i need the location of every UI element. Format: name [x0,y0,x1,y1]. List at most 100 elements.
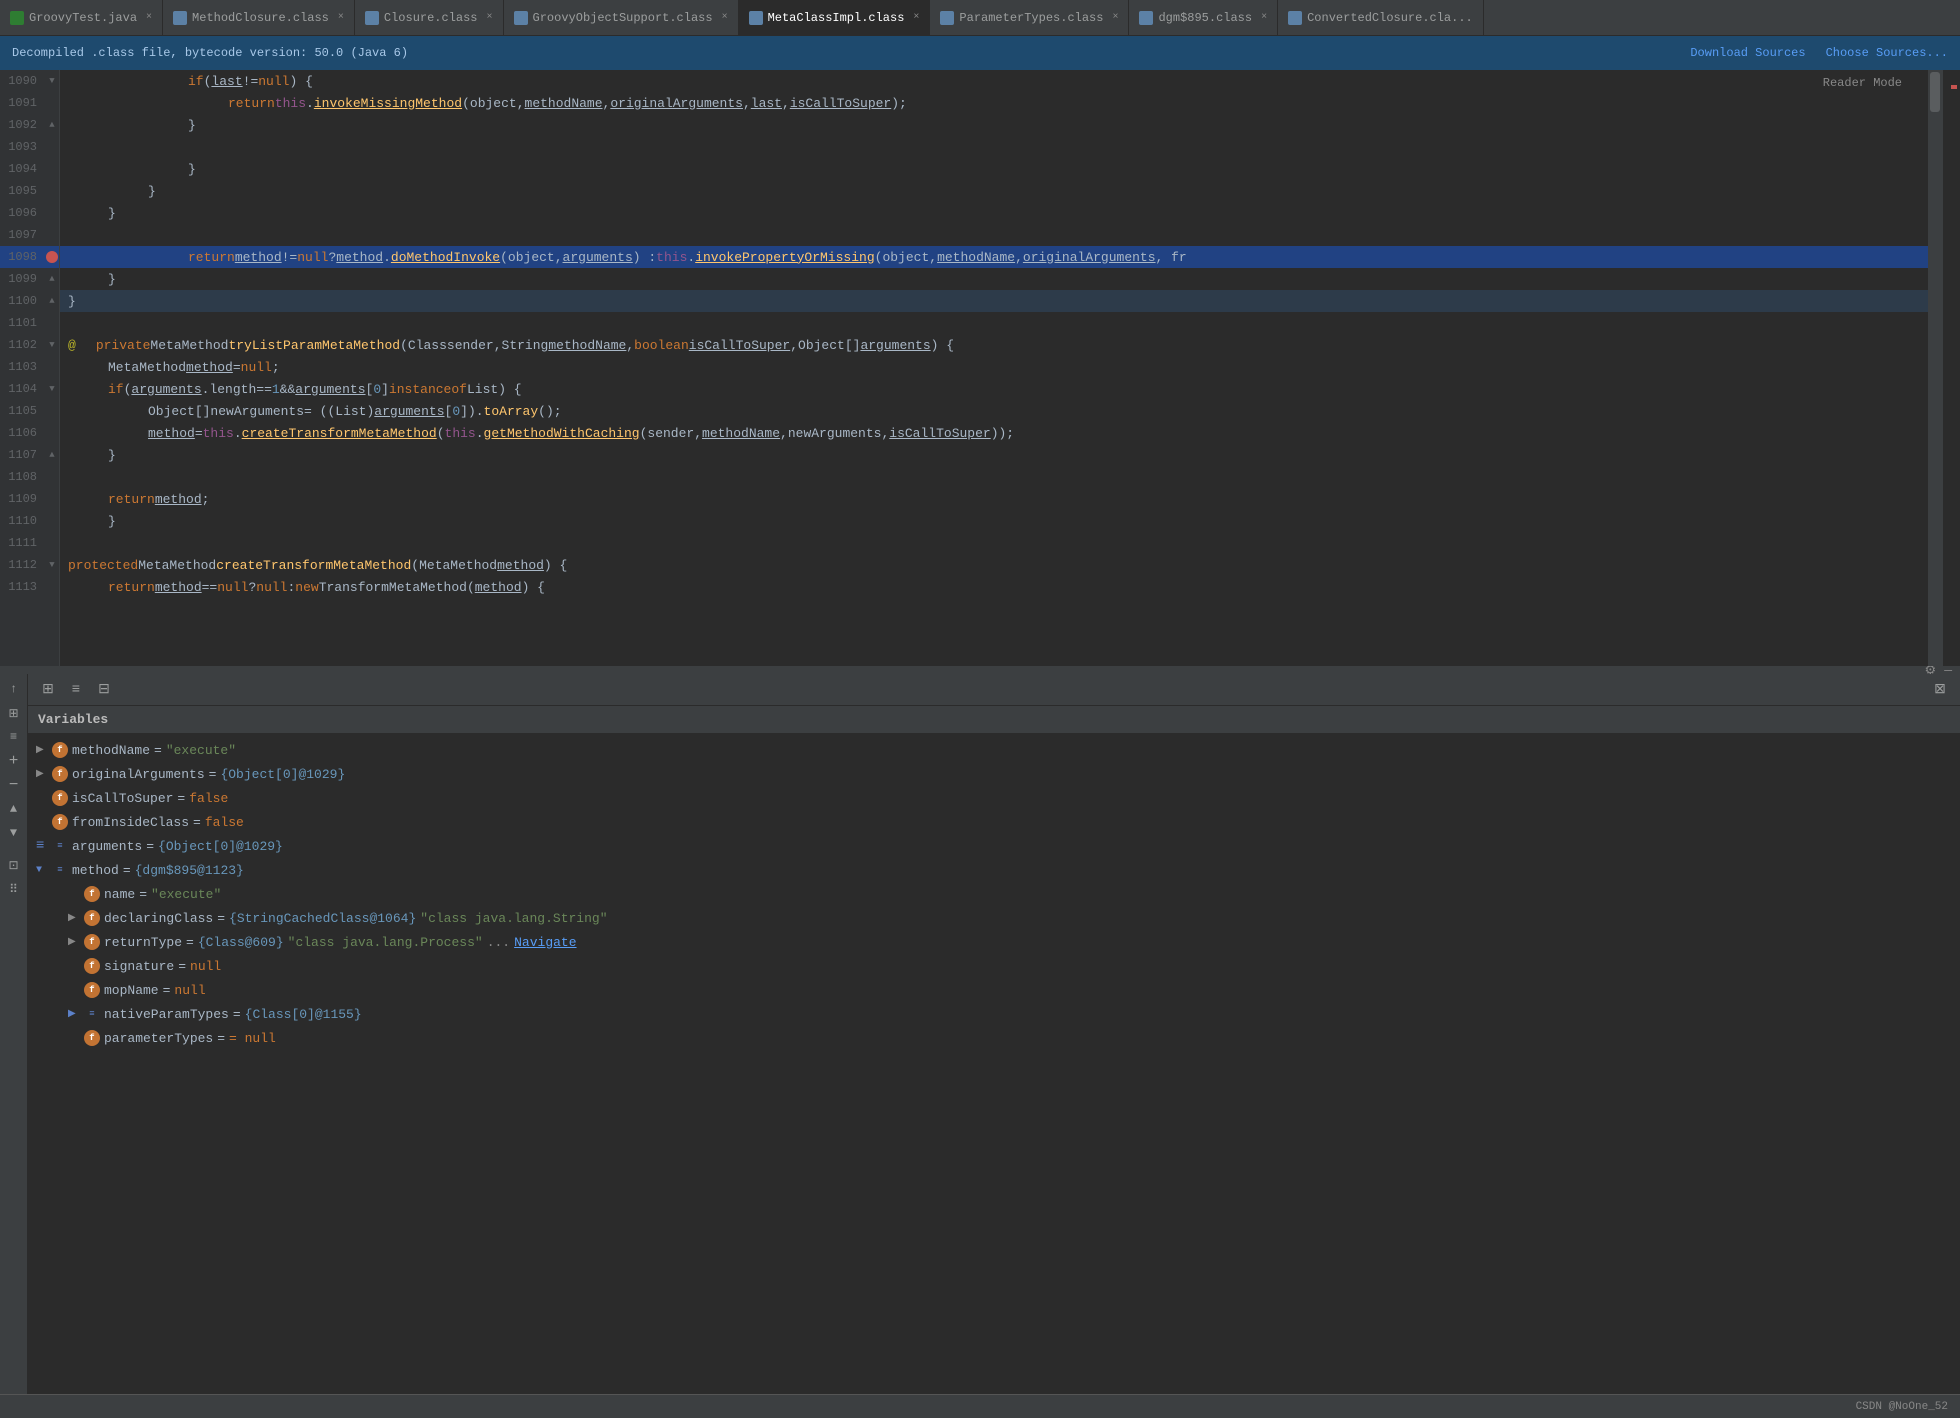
variables-list[interactable]: ▶ f methodName = "execute" ▶ f originalA… [28,734,1960,1394]
breakpoint-1098[interactable] [46,251,58,263]
code-line-1091: return this.invokeMissingMethod(object, … [60,92,1928,114]
variables-label: Variables [38,712,108,727]
line-num-1101: 1101 [0,312,45,334]
debug-nav-btn-minus[interactable]: − [3,774,25,796]
line-num-1110: 1110 [0,510,45,532]
var-item-isCallToSuper[interactable]: f isCallToSuper = false [28,786,1960,810]
debug-main-section: ⊞ ≡ ⊟ ⊠ Variables ▶ f methodName = "exec… [28,674,1960,1394]
line-num-1102: 1102 [0,334,45,356]
debug-nav-btn-plus[interactable]: + [3,750,25,772]
var-item-method-signature[interactable]: f signature = null [28,954,1960,978]
var-item-method[interactable]: ▼ ≡ method = {dgm$895@1123} [28,858,1960,882]
var-navigate-returnType[interactable]: Navigate [514,935,576,950]
tab-meta-class-impl[interactable]: MetaClassImpl.class × [739,0,931,36]
debug-nav-btn-screen[interactable]: ⊡ [3,854,25,876]
code-line-1111 [60,532,1928,554]
tab-label: GroovyObjectSupport.class [533,11,713,25]
var-expand-method-declaringClass[interactable]: ▶ [68,912,84,924]
tab-close[interactable]: × [146,12,152,23]
code-line-1109: return method; [60,488,1928,510]
tab-icon-class [173,11,187,25]
fold-1104[interactable]: ▼ [45,384,59,394]
var-item-fromInsideClass[interactable]: f fromInsideClass = false [28,810,1960,834]
code-editor[interactable]: Reader Mode if (last != null) { return t… [60,70,1928,666]
var-item-method-declaringClass[interactable]: ▶ f declaringClass = {StringCachedClass@… [28,906,1960,930]
tab-bar: GroovyTest.java × MethodClosure.class × … [0,0,1960,36]
var-name-isCallToSuper: isCallToSuper [72,791,173,806]
tab-close[interactable]: × [913,12,919,23]
var-icon-method-parameterTypes: f [84,1030,100,1046]
var-icon-method-nativeParamTypes: ≡ [84,1006,100,1022]
var-expand-method-nativeParamTypes[interactable]: ▶ [68,1008,84,1020]
fold-1100[interactable]: ▲ [45,296,59,306]
code-line-1095: } [60,180,1928,202]
var-item-arguments[interactable]: ≡ ≡ arguments = {Object[0]@1029} [28,834,1960,858]
debug-nav-btn-dots[interactable]: ⠿ [3,878,25,900]
line-number-gutter: 1090▼ 1091 1092▲ 1093 1094 1095 1096 109… [0,70,60,666]
tab-close[interactable]: × [338,12,344,23]
tab-groovy-test[interactable]: GroovyTest.java × [0,0,163,36]
download-sources-link[interactable]: Download Sources [1690,46,1805,60]
fold-1102[interactable]: ▼ [45,340,59,350]
var-item-method-returnType[interactable]: ▶ f returnType = {Class@609} "class java… [28,930,1960,954]
fold-1107[interactable]: ▲ [45,450,59,460]
tab-close[interactable]: × [487,12,493,23]
var-expand-originalArguments[interactable]: ▶ [36,768,52,780]
debug-panel: ↑ ⊞ ≡ + − ▲ ▼ ⊡ ⠿ ⊞ ≡ ⊟ ⊠ Variables ▶ f … [0,674,1960,1394]
debug-nav-btn-1[interactable]: ↑ [3,678,25,700]
var-item-originalArguments[interactable]: ▶ f originalArguments = {Object[0]@1029} [28,762,1960,786]
debug-toolbar-layout-icon[interactable]: ⊠ [1928,678,1952,702]
fold-1099[interactable]: ▲ [45,274,59,284]
var-name-originalArguments: originalArguments [72,767,205,782]
tab-groovy-object-support[interactable]: GroovyObjectSupport.class × [504,0,739,36]
tab-close[interactable]: × [1112,12,1118,23]
debug-nav-btn-up[interactable]: ▲ [3,798,25,820]
var-value-methodName: "execute" [166,743,236,758]
debug-toolbar-table-icon[interactable]: ⊞ [36,678,60,702]
var-name-method-declaringClass: declaringClass [104,911,213,926]
tab-parameter-types[interactable]: ParameterTypes.class × [930,0,1129,36]
code-line-1096: } [60,202,1928,224]
tab-dgm895[interactable]: dgm$895.class × [1129,0,1278,36]
var-expand-arguments[interactable]: ≡ [36,838,52,854]
var-value-method-parameterTypes: = null [229,1031,276,1046]
tab-close[interactable]: × [1261,12,1267,23]
var-value-originalArguments: {Object[0]@1029} [220,767,345,782]
line-num-1105: 1105 [0,400,45,422]
line-num-1098: 1098 [0,246,45,268]
tab-close[interactable]: × [722,12,728,23]
debug-nav-btn-down[interactable]: ▼ [3,822,25,844]
var-icon-fromInsideClass: f [52,814,68,830]
debug-nav-btn-3[interactable]: ≡ [3,726,25,748]
var-item-methodName[interactable]: ▶ f methodName = "execute" [28,738,1960,762]
tab-converted-closure[interactable]: ConvertedClosure.cla... [1278,0,1484,36]
var-expand-method[interactable]: ▼ [36,865,52,876]
choose-sources-link[interactable]: Choose Sources... [1826,46,1948,60]
line-num-1103: 1103 [0,356,45,378]
debug-toolbar-list-icon[interactable]: ≡ [64,678,88,702]
debug-toolbar-split-icon[interactable]: ⊟ [92,678,116,702]
code-line-1098: return method != null ? method.doMethodI… [60,246,1928,268]
var-item-method-parameterTypes[interactable]: f parameterTypes = = null [28,1026,1960,1050]
var-expand-method-returnType[interactable]: ▶ [68,936,84,948]
code-line-1100: } [60,290,1928,312]
fold-1112[interactable]: ▼ [45,560,59,570]
debug-nav-btn-2[interactable]: ⊞ [3,702,25,724]
line-num-1112: 1112 [0,554,45,576]
var-item-method-mopName[interactable]: f mopName = null [28,978,1960,1002]
line-num-1108: 1108 [0,466,45,488]
var-value-method-mopName: null [174,983,205,998]
fold-1092[interactable]: ▲ [45,120,59,130]
var-name-method-nativeParamTypes: nativeParamTypes [104,1007,229,1022]
var-item-method-name[interactable]: f name = "execute" [28,882,1960,906]
line-num-1092: 1092 [0,114,45,136]
fold-1090[interactable]: ▼ [45,76,59,86]
tab-icon-class4 [749,11,763,25]
tab-closure[interactable]: Closure.class × [355,0,504,36]
vertical-scrollbar[interactable] [1928,70,1942,666]
var-icon-originalArguments: f [52,766,68,782]
line-num-1093: 1093 [0,136,45,158]
var-item-method-nativeParamTypes[interactable]: ▶ ≡ nativeParamTypes = {Class[0]@1155} [28,1002,1960,1026]
tab-method-closure[interactable]: MethodClosure.class × [163,0,355,36]
var-expand-methodName[interactable]: ▶ [36,744,52,756]
